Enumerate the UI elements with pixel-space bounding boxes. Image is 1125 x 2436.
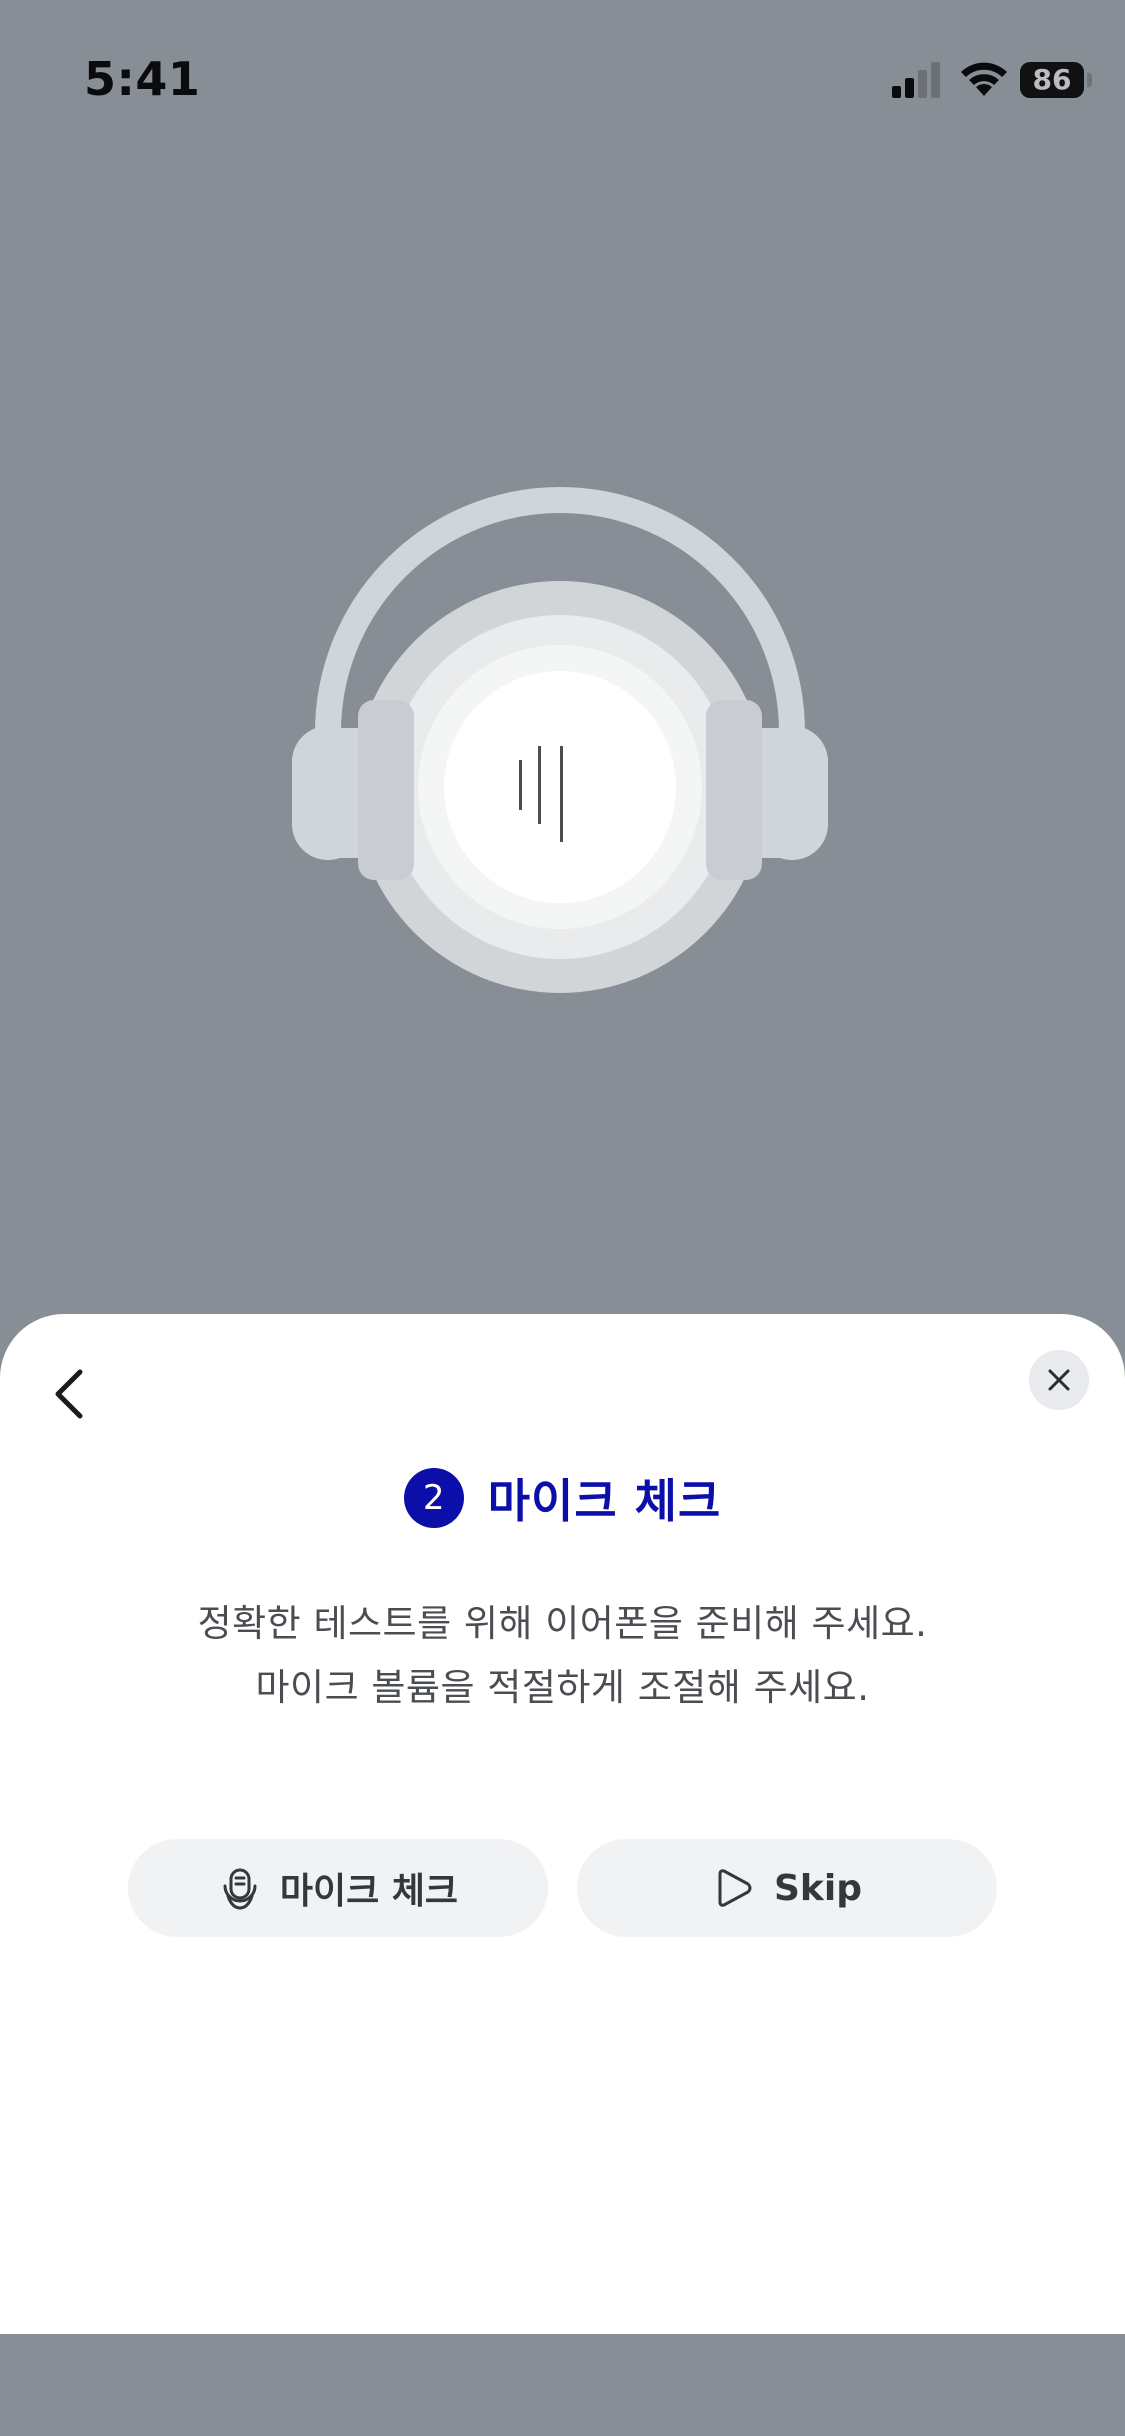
mic-check-label: 마이크 체크 (279, 1871, 459, 1912)
headphones-sound-icon (291, 487, 829, 993)
close-icon (1048, 1369, 1070, 1391)
description-line-1: 정확한 테스트를 위해 이어폰을 준비해 주세요. (197, 1602, 928, 1645)
back-button[interactable] (40, 1352, 100, 1432)
battery-tip (1087, 73, 1092, 87)
skip-button[interactable]: Skip (577, 1839, 997, 1937)
title-row: 2 마이크 체크 (0, 1466, 1125, 1530)
bottom-overlay-strip (0, 2334, 1125, 2436)
close-button[interactable] (1029, 1350, 1089, 1410)
sheet-title: 마이크 체크 (487, 1474, 722, 1528)
status-bar: 5:41 86 (0, 0, 1125, 140)
mic-check-button[interactable]: 마이크 체크 (128, 1839, 548, 1937)
step-badge: 2 (403, 1468, 464, 1528)
battery-indicator: 86 (1020, 62, 1092, 98)
description: 정확한 테스트를 위해 이어폰을 준비해 주세요. 마이크 볼륨을 적절하게 조… (0, 1592, 1125, 1720)
battery-level: 86 (1020, 62, 1084, 98)
play-outline-icon (718, 1869, 752, 1907)
wifi-icon (961, 62, 1007, 96)
skip-label: Skip (774, 1867, 862, 1909)
bottom-sheet: 2 마이크 체크 정확한 테스트를 위해 이어폰을 준비해 주세요. 마이크 볼… (0, 1314, 1125, 2334)
cellular-signal-icon (892, 62, 940, 98)
status-time: 5:41 (84, 52, 201, 106)
description-line-2: 마이크 볼륨을 적절하게 조절해 주세요. (255, 1666, 870, 1709)
chevron-left-icon (55, 1369, 83, 1419)
microphone-icon (223, 1868, 257, 1910)
